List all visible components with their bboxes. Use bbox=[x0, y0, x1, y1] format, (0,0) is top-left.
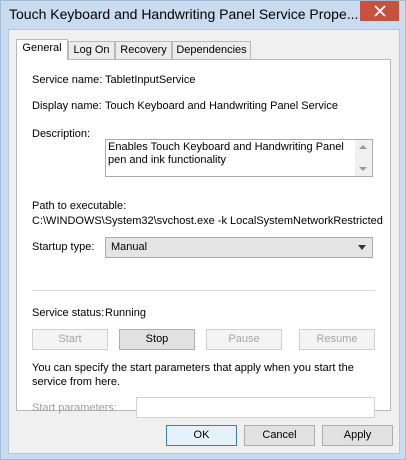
tab-label: Log On bbox=[73, 44, 110, 56]
close-icon bbox=[373, 5, 386, 17]
service-name-label: Service name: bbox=[32, 74, 103, 86]
description-text: Enables Touch Keyboard and Handwriting P… bbox=[108, 141, 344, 166]
start-params-note: You can specify the start parameters tha… bbox=[32, 362, 354, 388]
service-status-value: Running bbox=[105, 307, 146, 319]
description-scrollbar[interactable] bbox=[355, 140, 372, 176]
scroll-up-icon[interactable] bbox=[359, 145, 367, 149]
description-label: Description: bbox=[32, 128, 91, 140]
path-value: C:\WINDOWS\System32\svchost.exe -k Local… bbox=[32, 215, 383, 227]
divider bbox=[32, 290, 375, 291]
tab-label: General bbox=[22, 42, 62, 54]
chevron-down-icon bbox=[358, 245, 366, 250]
service-status-label: Service status: bbox=[32, 307, 105, 319]
startup-type-label: Startup type: bbox=[32, 241, 95, 253]
tab-recovery[interactable]: Recovery bbox=[115, 41, 172, 59]
cancel-button[interactable]: Cancel bbox=[244, 425, 315, 446]
tab-dependencies[interactable]: Dependencies bbox=[172, 41, 251, 59]
window-title: Touch Keyboard and Handwriting Panel Ser… bbox=[9, 6, 359, 22]
dialog-client: General Log On Recovery Dependencies Ser… bbox=[8, 29, 400, 454]
startup-type-select[interactable]: Manual bbox=[105, 237, 373, 258]
path-label: Path to executable: bbox=[32, 200, 127, 212]
ok-button[interactable]: OK bbox=[166, 425, 237, 446]
properties-window: Touch Keyboard and Handwriting Panel Ser… bbox=[0, 0, 406, 460]
resume-button[interactable]: Resume bbox=[299, 329, 375, 350]
description-box[interactable]: Enables Touch Keyboard and Handwriting P… bbox=[105, 139, 373, 177]
service-name-value: TabletInputService bbox=[105, 74, 196, 86]
tab-general[interactable]: General bbox=[16, 39, 68, 60]
stop-button[interactable]: Stop bbox=[119, 329, 195, 350]
general-panel: Service name: TabletInputService Display… bbox=[16, 59, 391, 418]
scroll-down-icon[interactable] bbox=[359, 167, 367, 171]
display-name-label: Display name: bbox=[32, 100, 102, 112]
startup-type-value: Manual bbox=[111, 241, 148, 253]
start-button[interactable]: Start bbox=[32, 329, 108, 350]
pause-button[interactable]: Pause bbox=[206, 329, 282, 350]
title-bar[interactable]: Touch Keyboard and Handwriting Panel Ser… bbox=[1, 1, 405, 29]
tab-label: Recovery bbox=[120, 44, 167, 56]
start-params-label: Start parameters: bbox=[32, 402, 117, 414]
close-button[interactable] bbox=[360, 1, 399, 21]
apply-button[interactable]: Apply bbox=[322, 425, 393, 446]
start-params-input[interactable] bbox=[136, 397, 375, 418]
tab-log-on[interactable]: Log On bbox=[68, 41, 115, 59]
tab-label: Dependencies bbox=[176, 44, 247, 56]
display-name-value: Touch Keyboard and Handwriting Panel Ser… bbox=[105, 100, 338, 112]
